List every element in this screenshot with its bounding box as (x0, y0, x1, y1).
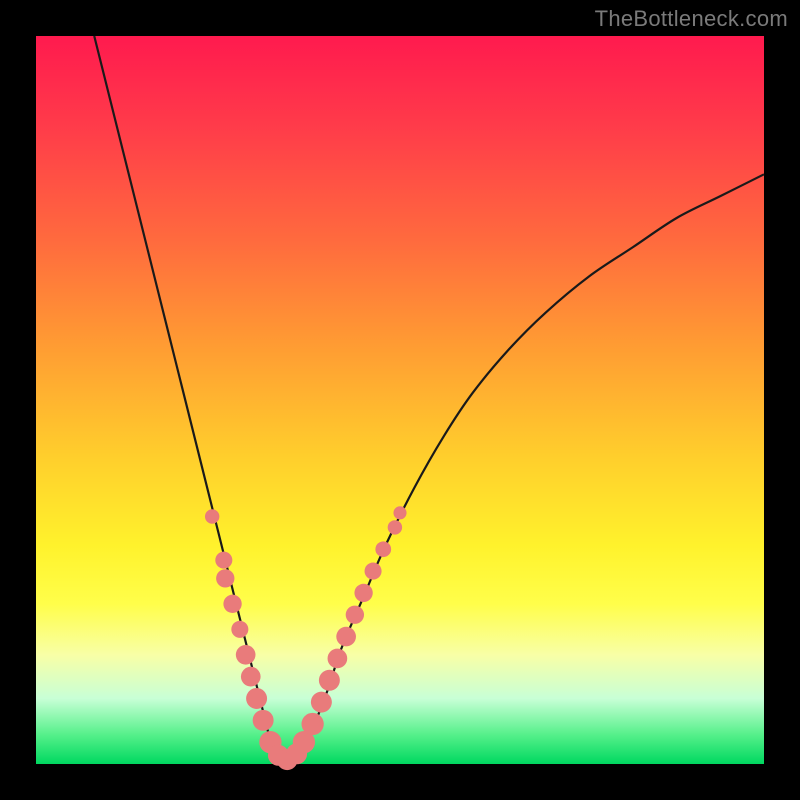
watermark-text: TheBottleneck.com (595, 6, 788, 32)
curve-marker (302, 713, 324, 735)
curve-marker (241, 667, 261, 687)
curve-marker (223, 595, 241, 613)
curve-marker (246, 688, 267, 709)
curve-marker (393, 506, 406, 519)
curve-marker (336, 627, 356, 647)
curve-marker (205, 509, 219, 523)
curve-marker (236, 645, 256, 665)
curve-marker (216, 569, 234, 587)
curve-markers (205, 506, 407, 770)
curve-marker (328, 649, 348, 669)
curve-marker (253, 710, 274, 731)
curve-marker (231, 621, 248, 638)
chart-frame: TheBottleneck.com (0, 0, 800, 800)
plot-area (36, 36, 764, 764)
curve-marker (375, 541, 391, 557)
curve-marker (311, 692, 332, 713)
curve-marker (388, 520, 402, 534)
curve-layer (36, 36, 764, 764)
curve-marker (215, 552, 232, 569)
bottleneck-curve (94, 36, 764, 761)
curve-marker (365, 563, 382, 580)
curve-marker (346, 606, 364, 624)
curve-marker (319, 670, 340, 691)
curve-marker (354, 584, 372, 602)
